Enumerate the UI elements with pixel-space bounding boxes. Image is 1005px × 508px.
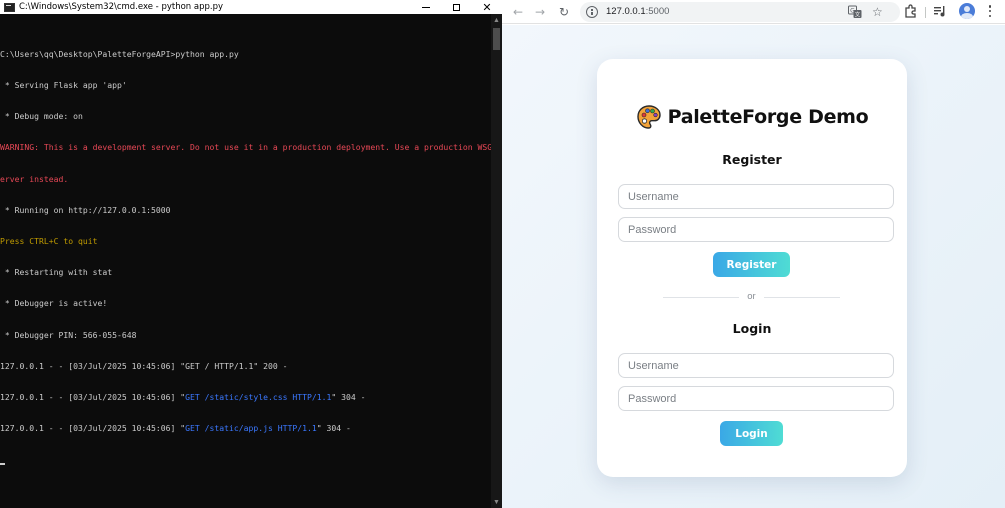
media-controls-icon[interactable] bbox=[933, 4, 947, 18]
console-request-line: 127.0.0.1 - - [03/Jul/2025 10:45:06] "GE… bbox=[0, 360, 288, 371]
close-button[interactable]: ✕ bbox=[471, 0, 503, 14]
divider-rule bbox=[764, 297, 840, 298]
toolbar-divider bbox=[925, 7, 926, 18]
or-divider: or bbox=[663, 291, 840, 303]
console-line: * Running on http://127.0.0.1:5000 bbox=[0, 204, 171, 215]
register-heading: Register bbox=[722, 152, 782, 167]
request-path: GET /static/style.css HTTP/1.1 bbox=[185, 392, 332, 403]
request-prefix: 127.0.0.1 - - [03/Jul/2025 10:45:06] " bbox=[0, 392, 186, 403]
login-password-input[interactable] bbox=[618, 386, 894, 411]
close-icon: ✕ bbox=[482, 0, 492, 14]
forward-arrow-icon: → bbox=[534, 5, 546, 19]
site-info-icon[interactable] bbox=[586, 6, 598, 18]
console-line: C:\Users\qq\Desktop\PaletteForgeAPI>pyth… bbox=[0, 48, 239, 59]
login-username-input[interactable] bbox=[618, 353, 894, 378]
scroll-up-arrow-icon[interactable]: ▲ bbox=[491, 16, 502, 26]
svg-text:文: 文 bbox=[855, 11, 861, 19]
register-username-input[interactable] bbox=[618, 184, 894, 209]
reload-button[interactable]: ↻ bbox=[554, 2, 574, 22]
extensions-icon[interactable] bbox=[904, 4, 918, 18]
forward-button[interactable]: → bbox=[530, 2, 550, 22]
request-suffix: " 304 - bbox=[316, 423, 351, 434]
browser-toolbar: ← → ↻ 127.0.0.1:5000 G 文 ☆ bbox=[502, 0, 1005, 24]
maximize-icon bbox=[452, 3, 460, 11]
url-host: 127.0.0.1 bbox=[606, 6, 646, 17]
auth-card: PaletteForge Demo Register Register or L… bbox=[597, 59, 907, 477]
more-menu-icon[interactable] bbox=[986, 4, 994, 18]
cmd-scrollbar[interactable]: ▲ ▼ bbox=[491, 14, 502, 508]
page-viewport: PaletteForge Demo Register Register or L… bbox=[502, 25, 1005, 508]
request-prefix: 127.0.0.1 - - [03/Jul/2025 10:45:06] " bbox=[0, 423, 186, 434]
translate-icon[interactable]: G 文 bbox=[848, 5, 862, 19]
url-text[interactable]: 127.0.0.1:5000 bbox=[606, 6, 669, 17]
request-suffix: " 304 - bbox=[331, 392, 366, 403]
scroll-down-arrow-icon[interactable]: ▼ bbox=[491, 498, 502, 508]
palette-icon bbox=[636, 105, 661, 129]
app-title: PaletteForge Demo bbox=[667, 106, 869, 128]
cmd-window-title: C:\Windows\System32\cmd.exe - python app… bbox=[19, 2, 224, 12]
console-line: * Serving Flask app 'app' bbox=[0, 80, 127, 91]
console-warning-line: WARNING: This is a development server. D… bbox=[0, 142, 507, 153]
back-arrow-icon: ← bbox=[512, 5, 524, 19]
login-button[interactable]: Login bbox=[720, 421, 783, 446]
cmd-titlebar[interactable]: C:\Windows\System32\cmd.exe - python app… bbox=[0, 0, 502, 14]
console-line: * Debugger PIN: 566-055-648 bbox=[0, 329, 137, 340]
register-password-input[interactable] bbox=[618, 217, 894, 242]
console-quit-hint: Press CTRL+C to quit bbox=[0, 236, 98, 247]
console-request-line: 127.0.0.1 - - [03/Jul/2025 10:45:06] "GE… bbox=[0, 392, 490, 402]
console-line: * Debugger is active! bbox=[0, 298, 108, 309]
browser-window: ← → ↻ 127.0.0.1:5000 G 文 ☆ PaletteForge … bbox=[502, 0, 1005, 508]
console-line: * Debug mode: on bbox=[0, 111, 83, 122]
console-warning-line: erver instead. bbox=[0, 173, 69, 184]
minimize-button[interactable] bbox=[410, 0, 442, 14]
console-line: * Restarting with stat bbox=[0, 267, 113, 278]
console-request-line: 127.0.0.1 - - [03/Jul/2025 10:45:06] "GE… bbox=[0, 423, 490, 433]
text-cursor bbox=[0, 462, 5, 465]
back-button[interactable]: ← bbox=[508, 2, 528, 22]
login-heading: Login bbox=[732, 321, 772, 336]
reload-icon: ↻ bbox=[558, 5, 570, 19]
cmd-window: C:\Windows\System32\cmd.exe - python app… bbox=[0, 0, 507, 508]
profile-avatar-icon[interactable] bbox=[959, 3, 975, 19]
scrollbar-thumb[interactable] bbox=[493, 28, 500, 50]
minimize-icon bbox=[422, 6, 430, 8]
console-app-icon bbox=[4, 2, 15, 12]
address-bar[interactable]: 127.0.0.1:5000 G 文 ☆ bbox=[580, 2, 900, 22]
console-output[interactable]: C:\Users\qq\Desktop\PaletteForgeAPI>pyth… bbox=[0, 28, 507, 486]
register-button[interactable]: Register bbox=[713, 252, 790, 277]
bookmark-star-icon[interactable]: ☆ bbox=[872, 4, 883, 20]
request-path: GET /static/app.js HTTP/1.1 bbox=[185, 423, 317, 434]
url-port: :5000 bbox=[645, 6, 670, 17]
console-prompt-line bbox=[0, 454, 490, 465]
maximize-button[interactable] bbox=[440, 0, 472, 14]
app-header: PaletteForge Demo bbox=[597, 104, 907, 130]
